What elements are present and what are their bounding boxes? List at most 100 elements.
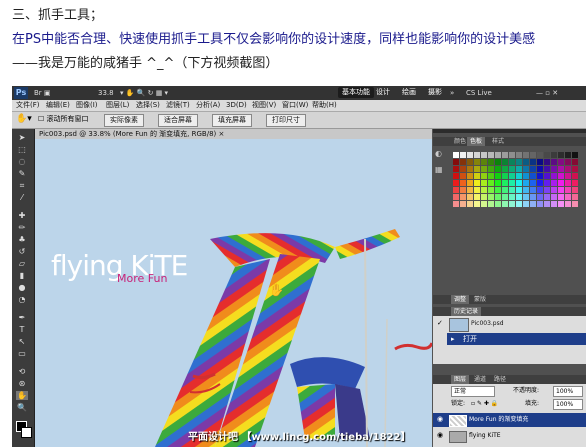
swatch[interactable] [509,187,515,193]
swatch[interactable] [502,194,508,200]
swatch[interactable] [488,166,494,172]
fill-screen-button[interactable]: 填充屏幕 [212,114,252,127]
pen-tool-icon[interactable]: ✒ [16,313,28,322]
blend-mode-select[interactable]: 正常 [451,386,495,397]
swatch[interactable] [551,187,557,193]
swatch[interactable] [551,173,557,179]
swatch[interactable] [460,159,466,165]
swatch[interactable] [523,194,529,200]
swatch[interactable] [509,173,515,179]
swatch[interactable] [495,159,501,165]
document-tab[interactable]: Pic003.psd @ 33.8% (More Fun 的 渐变填充, RGB… [35,129,432,139]
type-tool-icon[interactable]: T [16,325,28,334]
brush-tool-icon[interactable]: ✏ [16,223,28,232]
swatch[interactable] [488,152,494,158]
history-snapshot[interactable]: Pic003.psd [471,317,504,331]
swatch[interactable] [460,152,466,158]
menu-edit[interactable]: 编辑(E) [46,100,70,111]
swatch[interactable] [481,194,487,200]
swatch[interactable] [530,152,536,158]
swatch[interactable] [523,159,529,165]
hand-tool-icon[interactable]: ✋▾ [16,114,32,124]
actual-pixels-button[interactable]: 实际像素 [104,114,144,127]
menu-select[interactable]: 选择(S) [136,100,160,111]
swatch[interactable] [481,187,487,193]
color-panel-icon[interactable]: ◐ [435,149,442,158]
swatch[interactable] [516,180,522,186]
3d-orbit-tool-icon[interactable]: ⊛ [16,379,28,388]
hand-tool-icon[interactable]: ✋ [16,391,28,400]
swatch[interactable] [453,194,459,200]
swatch[interactable] [453,159,459,165]
path-select-tool-icon[interactable]: ↖ [16,337,28,346]
swatch[interactable] [453,180,459,186]
swatch[interactable] [509,194,515,200]
swatch[interactable] [544,194,550,200]
blur-tool-icon[interactable]: ● [16,283,28,292]
swatch[interactable] [453,173,459,179]
swatch[interactable] [516,201,522,207]
swatch[interactable] [558,152,564,158]
swatch[interactable] [537,159,543,165]
swatch[interactable] [572,201,578,207]
swatch[interactable] [453,152,459,158]
tab-paths[interactable]: 路径 [491,375,509,384]
swatch[interactable] [502,187,508,193]
swatch[interactable] [572,152,578,158]
swatch[interactable] [467,152,473,158]
visibility-eye-icon[interactable]: ◉ [437,431,443,439]
swatch[interactable] [516,194,522,200]
snapshot-brush-icon[interactable]: ✓ [437,319,443,327]
window-controls-icon[interactable]: — ▫ ✕ [536,87,558,99]
gradient-tool-icon[interactable]: ▮ [16,271,28,280]
swatch[interactable] [565,180,571,186]
swatch[interactable] [509,159,515,165]
swatch[interactable] [495,166,501,172]
swatch[interactable] [509,152,515,158]
swatch[interactable] [481,201,487,207]
menu-layer[interactable]: 图层(L) [106,100,129,111]
swatch[interactable] [523,180,529,186]
swatch[interactable] [523,201,529,207]
swatch[interactable] [544,201,550,207]
healing-tool-icon[interactable]: ✚ [16,211,28,220]
swatch[interactable] [467,187,473,193]
swatch[interactable] [502,201,508,207]
swatch[interactable] [537,201,543,207]
tab-masks[interactable]: 蒙版 [471,295,489,304]
shape-tool-icon[interactable]: ▭ [16,349,28,358]
swatch[interactable] [509,201,515,207]
swatch[interactable] [509,180,515,186]
swatch[interactable] [544,180,550,186]
workspace-painting-button[interactable]: 绘画 [398,87,420,98]
menu-3d[interactable]: 3D(D) [226,100,247,111]
swatch[interactable] [460,187,466,193]
swatch[interactable] [551,194,557,200]
zoom-level[interactable]: 33.8 [98,87,114,99]
swatch[interactable] [530,159,536,165]
swatch[interactable] [474,152,480,158]
swatch[interactable] [509,166,515,172]
eyedropper-tool-icon[interactable]: ⁄ [16,193,28,202]
swatch[interactable] [474,187,480,193]
zoom-tool-icon[interactable]: 🔍 [16,403,28,412]
swatch[interactable] [572,173,578,179]
bridge-icon[interactable]: Br ▣ [34,87,51,99]
swatch[interactable] [537,152,543,158]
swatch[interactable] [467,173,473,179]
swatch[interactable] [474,194,480,200]
layer-row-selected[interactable]: ◉ More Fun 的渐变填充 [433,413,586,427]
swatch[interactable] [523,173,529,179]
swatch[interactable] [558,180,564,186]
workspace-photography-button[interactable]: 摄影 [424,87,446,98]
swatch[interactable] [481,152,487,158]
swatch[interactable] [551,159,557,165]
menu-analysis[interactable]: 分析(A) [196,100,220,111]
swatch[interactable] [467,180,473,186]
expand-icon[interactable]: » [450,87,454,99]
menu-file[interactable]: 文件(F) [16,100,40,111]
workspace-essentials-button[interactable]: 基本功能 [338,87,374,98]
fit-screen-button[interactable]: 适合屏幕 [158,114,198,127]
swatch[interactable] [530,180,536,186]
tab-channels[interactable]: 通道 [471,375,489,384]
